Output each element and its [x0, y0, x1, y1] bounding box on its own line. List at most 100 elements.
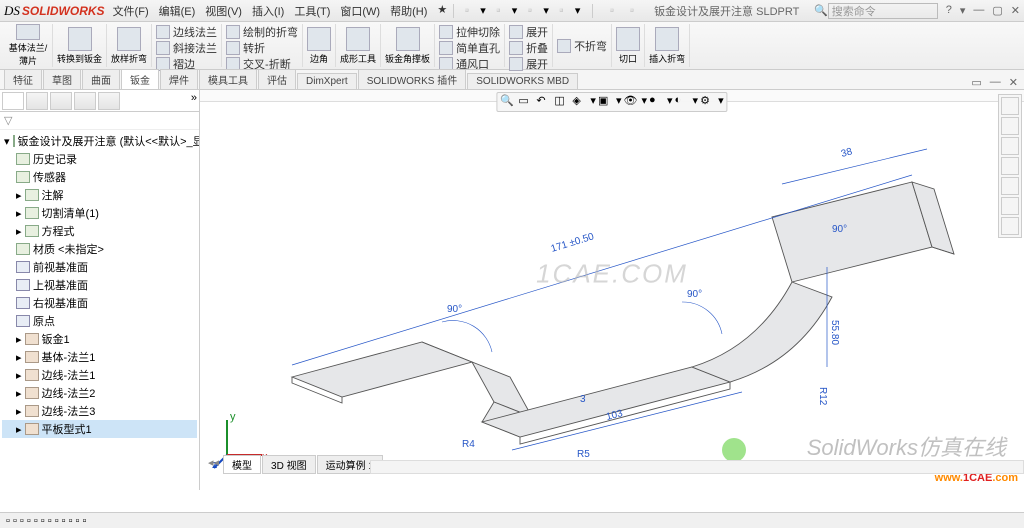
- menu-view[interactable]: 视图(V): [205, 3, 242, 19]
- simple-hole-button[interactable]: 简单直孔: [439, 40, 500, 56]
- sw-resources-icon[interactable]: [1001, 97, 1019, 115]
- open-icon[interactable]: ▫️: [492, 4, 506, 18]
- tree-right-plane[interactable]: 右视基准面: [2, 294, 197, 312]
- tab-surface[interactable]: 曲面: [82, 69, 120, 89]
- insert-bend-button[interactable]: 插入折弯: [645, 24, 690, 67]
- display-style-icon[interactable]: ▣: [598, 94, 614, 110]
- rebuild-icon[interactable]: ▫️: [605, 4, 619, 18]
- view-palette-icon[interactable]: [1001, 157, 1019, 175]
- custom-props-icon[interactable]: [1001, 197, 1019, 215]
- view-orient-icon[interactable]: ◈: [572, 94, 588, 110]
- config-tab-icon[interactable]: [50, 92, 72, 110]
- graphics-viewport[interactable]: 🔍 ▭ ↶ ◫ ◈▾ ▣▾ 👁▾ ●▾ ◐▾ ⚙▾: [200, 90, 1024, 490]
- save-icon[interactable]: ▫️: [523, 4, 537, 18]
- tree-annotations[interactable]: ▸注解: [2, 186, 197, 204]
- print-icon[interactable]: ▫️: [555, 4, 569, 18]
- tab-addins[interactable]: SOLIDWORKS 插件: [358, 69, 467, 89]
- feature-tree[interactable]: ▾钣金设计及展开注意 (默认<<默认>_显示状态 1 历史记录 传感器 ▸注解 …: [0, 130, 199, 490]
- menu-edit[interactable]: 编辑(E): [159, 3, 196, 19]
- tree-top-plane[interactable]: 上视基准面: [2, 276, 197, 294]
- tab-mold[interactable]: 模具工具: [199, 69, 257, 89]
- search-input[interactable]: 搜索命令: [828, 3, 938, 19]
- tree-history[interactable]: 历史记录: [2, 150, 197, 168]
- tree-sheetmetal1[interactable]: ▸钣金1: [2, 330, 197, 348]
- scene-icon[interactable]: ◐: [675, 94, 691, 110]
- close-icon[interactable]: ✕: [1011, 4, 1020, 17]
- edge-flange-button[interactable]: 边线法兰: [156, 24, 217, 40]
- rip-button[interactable]: 切口: [612, 24, 645, 67]
- menu-help[interactable]: 帮助(H): [390, 3, 427, 19]
- tree-root[interactable]: ▾钣金设计及展开注意 (默认<<默认>_显示状态 1: [2, 132, 197, 150]
- tree-base-flange1[interactable]: ▸基体-法兰1: [2, 348, 197, 366]
- form-tool-button[interactable]: 成形工具: [336, 24, 381, 67]
- menu-star-icon[interactable]: ★: [437, 3, 447, 19]
- base-flange-button[interactable]: 基体法兰/薄片: [4, 24, 53, 67]
- svg-text:90°: 90°: [447, 304, 462, 315]
- display-tab-icon[interactable]: [98, 92, 120, 110]
- zoom-fit-icon[interactable]: 🔍: [500, 94, 516, 110]
- tree-sensors[interactable]: 传感器: [2, 168, 197, 186]
- tree-equations[interactable]: ▸方程式: [2, 222, 197, 240]
- fold-button[interactable]: 折叠: [509, 40, 548, 56]
- loft-bend-button[interactable]: 放样折弯: [107, 24, 152, 67]
- svg-text:171 ±0.50: 171 ±0.50: [550, 231, 596, 255]
- corner-button[interactable]: 边角: [303, 24, 336, 67]
- extrude-cut-button[interactable]: 拉伸切除: [439, 24, 500, 40]
- tree-material[interactable]: 材质 <未指定>: [2, 240, 197, 258]
- filter-funnel-icon[interactable]: ▽: [4, 114, 12, 127]
- menu-file[interactable]: 文件(F): [113, 3, 149, 19]
- section-icon[interactable]: ◫: [554, 94, 570, 110]
- dimxpert-tab-icon[interactable]: [74, 92, 96, 110]
- view-settings-icon[interactable]: ⚙: [700, 94, 716, 110]
- convert-sheetmetal-button[interactable]: 转换到钣金: [53, 24, 107, 67]
- window-restore-icon[interactable]: ▭: [971, 76, 981, 89]
- minimize-icon[interactable]: —: [973, 4, 984, 17]
- tree-front-plane[interactable]: 前视基准面: [2, 258, 197, 276]
- help-icon[interactable]: ?: [946, 4, 952, 17]
- gusset-button[interactable]: 钣金角撑板: [381, 24, 435, 67]
- appearances-icon[interactable]: [1001, 177, 1019, 195]
- menu-tools[interactable]: 工具(T): [294, 3, 330, 19]
- tab-sheetmetal[interactable]: 钣金: [121, 69, 159, 89]
- tree-cutlist[interactable]: ▸切割清单(1): [2, 204, 197, 222]
- miter-flange-button[interactable]: 斜接法兰: [156, 40, 217, 56]
- btab-prev-icon[interactable]: ◂◂: [204, 455, 223, 474]
- btab-3dview[interactable]: 3D 视图: [262, 455, 316, 474]
- tab-dimxpert[interactable]: DimXpert: [297, 73, 357, 89]
- zoom-window-icon[interactable]: ▭: [518, 94, 534, 110]
- property-tab-icon[interactable]: [26, 92, 48, 110]
- menu-window[interactable]: 窗口(W): [340, 3, 380, 19]
- tab-evaluate[interactable]: 评估: [258, 69, 296, 89]
- new-icon[interactable]: ▫️: [460, 4, 474, 18]
- options-icon[interactable]: ▫️: [625, 4, 639, 18]
- btab-model[interactable]: 模型: [223, 455, 261, 474]
- tab-sketch[interactable]: 草图: [43, 69, 81, 89]
- window-close-icon[interactable]: ✕: [1009, 76, 1018, 89]
- sketch-bend-button[interactable]: 转折: [226, 40, 298, 56]
- svg-text:55.80: 55.80: [829, 320, 840, 345]
- tree-flat-pattern1[interactable]: ▸平板型式1: [2, 420, 197, 438]
- tree-edge-flange1[interactable]: ▸边线-法兰1: [2, 366, 197, 384]
- panel-expand-icon[interactable]: »: [191, 92, 197, 109]
- unfold-button[interactable]: 展开: [509, 24, 548, 40]
- window-min-icon[interactable]: —: [990, 76, 1001, 89]
- status-icons: ▫ ▫ ▫ ▫ ▫ ▫ ▫ ▫ ▫ ▫ ▫ ▫: [6, 515, 86, 527]
- horizontal-scrollbar[interactable]: [370, 460, 1024, 474]
- tree-edge-flange2[interactable]: ▸边线-法兰2: [2, 384, 197, 402]
- jog-button[interactable]: 绘制的折弯: [226, 24, 298, 40]
- menu-insert[interactable]: 插入(I): [252, 3, 284, 19]
- file-explorer-icon[interactable]: [1001, 137, 1019, 155]
- prev-view-icon[interactable]: ↶: [536, 94, 552, 110]
- tree-origin[interactable]: 原点: [2, 312, 197, 330]
- tab-features[interactable]: 特征: [4, 69, 42, 89]
- tree-edge-flange3[interactable]: ▸边线-法兰3: [2, 402, 197, 420]
- forum-icon[interactable]: [1001, 217, 1019, 235]
- featuretree-tab-icon[interactable]: [2, 92, 24, 110]
- appearance-icon[interactable]: ●: [649, 94, 665, 110]
- maximize-icon[interactable]: ▢: [992, 4, 1002, 17]
- design-library-icon[interactable]: [1001, 117, 1019, 135]
- tab-mbd[interactable]: SOLIDWORKS MBD: [467, 73, 578, 89]
- hide-show-icon[interactable]: 👁: [623, 94, 639, 110]
- tab-weldments[interactable]: 焊件: [160, 69, 198, 89]
- flatten-button[interactable]: 展开: [509, 56, 548, 72]
